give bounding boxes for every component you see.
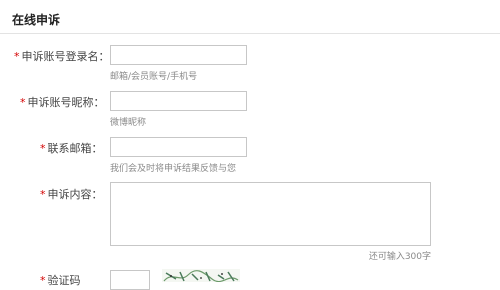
nickname-input[interactable] [110,91,247,111]
required-star: * [40,188,46,201]
captcha-label: * 验证码 [40,274,81,287]
email-input[interactable] [110,137,247,157]
content-char-count-hint: 还可输入300字 [368,252,431,262]
nickname-hint: 微博昵称 [110,118,147,128]
login-name-hint: 邮箱/会员账号/手机号 [110,72,198,82]
content-label: * 申诉内容： [40,188,103,201]
login-name-input[interactable] [110,45,247,65]
captcha-image[interactable] [162,268,240,282]
content-textarea[interactable] [110,182,431,246]
form-header: 在线申诉 [0,0,500,34]
page-title: 在线申诉 [12,13,61,27]
required-star: * [40,274,46,287]
captcha-input[interactable] [110,270,150,290]
login-name-label: * 申诉账号登录名： [14,50,110,63]
captcha-noise-graphic [162,269,240,282]
nickname-label: * 申诉账号昵称： [20,96,105,109]
required-star: * [20,96,26,109]
email-hint: 我们会及时将申诉结果反馈与您 [110,164,237,174]
required-star: * [14,50,20,63]
required-star: * [40,142,46,155]
email-label: * 联系邮箱： [40,142,103,155]
